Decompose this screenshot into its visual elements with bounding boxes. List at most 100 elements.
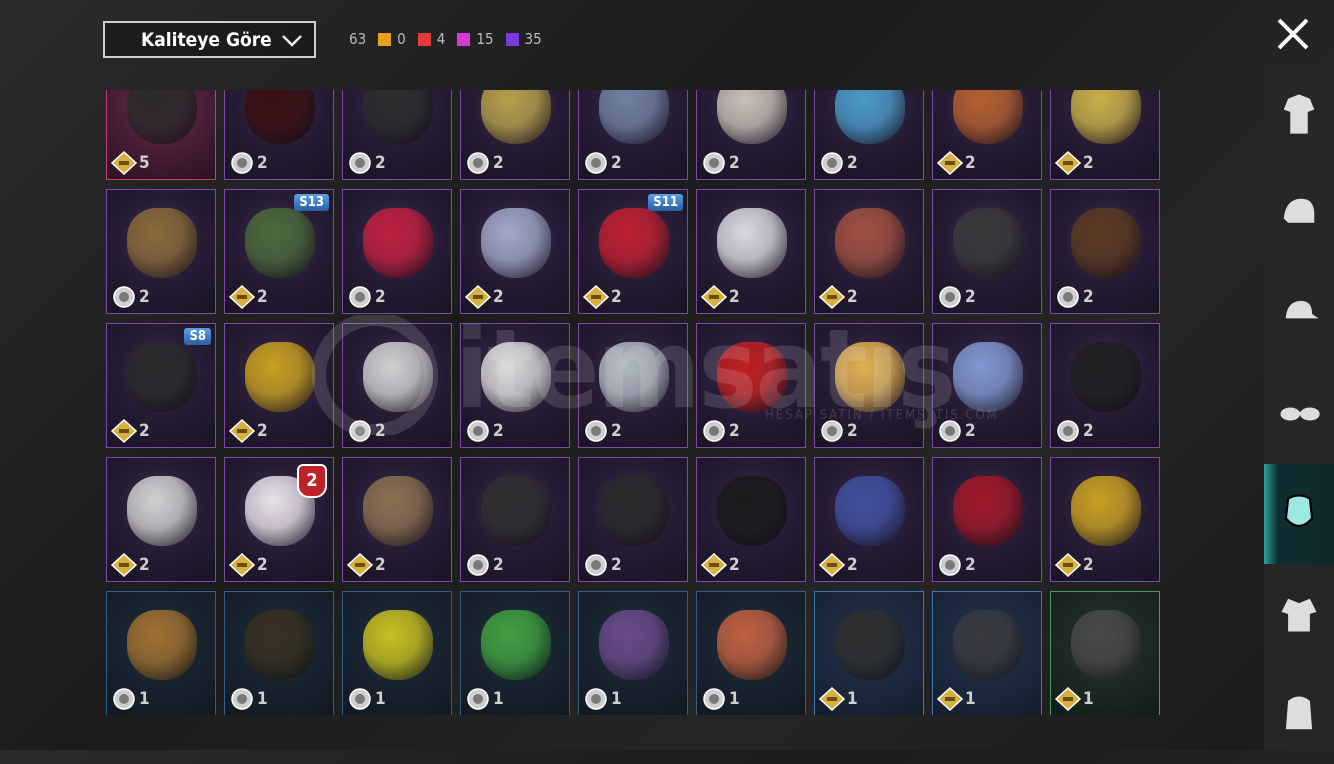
item-quantity: 2	[847, 555, 858, 575]
inventory-item-card[interactable]: 2	[1050, 323, 1160, 448]
rarity-count-value: 35	[524, 30, 542, 48]
item-image	[717, 476, 787, 546]
inventory-item-card[interactable]: 2	[932, 323, 1042, 448]
item-quantity: 1	[965, 689, 976, 709]
rarity-count: 15	[457, 30, 494, 48]
item-quantity: 2	[729, 287, 740, 307]
sidebar-category[interactable]	[1264, 464, 1334, 564]
inventory-item-card[interactable]: 5	[106, 90, 216, 180]
inventory-item-card[interactable]: 2 S11	[578, 189, 688, 314]
inventory-item-card[interactable]: 1	[1050, 591, 1160, 715]
backpack-icon	[1285, 696, 1313, 730]
item-image	[245, 342, 315, 412]
inventory-item-card[interactable]: 1	[578, 591, 688, 715]
inventory-item-card[interactable]: 2	[696, 457, 806, 582]
inventory-item-card[interactable]: 1	[224, 591, 334, 715]
close-icon[interactable]	[1273, 14, 1313, 54]
inventory-item-card[interactable]: 2 S8	[106, 323, 216, 448]
item-image	[953, 208, 1023, 278]
inventory-item-card[interactable]: 22	[224, 457, 334, 582]
inventory-item-card[interactable]: 2	[932, 189, 1042, 314]
sidebar-category[interactable]	[1264, 64, 1334, 164]
rarity-swatch	[417, 32, 431, 46]
item-image	[481, 610, 551, 680]
item-quantity: 1	[1083, 689, 1094, 709]
inventory-item-card[interactable]: 2	[224, 90, 334, 180]
item-image	[717, 610, 787, 680]
sidebar-category[interactable]	[1264, 664, 1334, 764]
item-image	[835, 476, 905, 546]
item-image	[599, 342, 669, 412]
inventory-item-card[interactable]: 2	[342, 90, 452, 180]
item-image	[481, 342, 551, 412]
inventory-item-card[interactable]: 2	[460, 189, 570, 314]
item-quantity: 2	[1083, 421, 1094, 441]
inventory-item-card[interactable]: 2	[696, 90, 806, 180]
sidebar-category[interactable]	[1264, 564, 1334, 664]
sidebar-category[interactable]	[1264, 164, 1334, 264]
inventory-item-card[interactable]: 2 S13	[224, 189, 334, 314]
inventory-item-card[interactable]: 1	[932, 591, 1042, 715]
item-image	[717, 342, 787, 412]
sidebar-category[interactable]	[1264, 364, 1334, 464]
outfit-icon	[1283, 94, 1315, 134]
item-image	[717, 90, 787, 144]
season-badge: S11	[648, 194, 683, 211]
inventory-item-card[interactable]: 2	[814, 189, 924, 314]
inventory-item-card[interactable]: 2	[460, 457, 570, 582]
inventory-item-card[interactable]: 2	[696, 189, 806, 314]
inventory-item-card[interactable]: 2	[578, 323, 688, 448]
inventory-item-card[interactable]: 2	[932, 90, 1042, 180]
item-image	[599, 90, 669, 144]
item-image	[363, 610, 433, 680]
inventory-item-card[interactable]: 2	[460, 90, 570, 180]
item-quantity: 1	[847, 689, 858, 709]
item-quantity: 2	[375, 555, 386, 575]
mask-icon	[1284, 494, 1314, 528]
inventory-item-card[interactable]: 1	[460, 591, 570, 715]
item-quantity: 2	[611, 287, 622, 307]
inventory-item-card[interactable]: 2	[342, 189, 452, 314]
inventory-item-card[interactable]: 2	[460, 323, 570, 448]
inventory-item-card[interactable]: 2	[814, 323, 924, 448]
item-quantity: 2	[257, 421, 268, 441]
item-quantity: 2	[375, 287, 386, 307]
inventory-item-card[interactable]: 2	[814, 457, 924, 582]
inventory-item-card[interactable]: 2	[578, 457, 688, 582]
chevron-down-icon	[282, 35, 302, 47]
item-quantity: 2	[139, 287, 150, 307]
item-quantity: 2	[847, 421, 858, 441]
category-sidebar	[1264, 64, 1334, 750]
item-image	[1071, 90, 1141, 144]
inventory-item-card[interactable]: 2	[1050, 457, 1160, 582]
item-quantity: 2	[375, 421, 386, 441]
top-bar: Kaliteye Göre 63 0 4 15 35	[0, 0, 1334, 82]
inventory-item-card[interactable]: 2	[1050, 90, 1160, 180]
inventory-item-card[interactable]: 2	[932, 457, 1042, 582]
item-image	[481, 90, 551, 144]
inventory-item-card[interactable]: 2	[106, 457, 216, 582]
item-quantity: 2	[139, 421, 150, 441]
inventory-item-card[interactable]: 1	[106, 591, 216, 715]
item-image	[1071, 610, 1141, 680]
inventory-item-card[interactable]: 2	[342, 323, 452, 448]
item-quantity: 5	[139, 153, 150, 173]
inventory-item-card[interactable]: 2	[1050, 189, 1160, 314]
inventory-item-card[interactable]: 1	[342, 591, 452, 715]
sidebar-category[interactable]	[1264, 264, 1334, 364]
inventory-item-card[interactable]: 2	[106, 189, 216, 314]
inventory-item-card[interactable]: 1	[696, 591, 806, 715]
inventory-item-card[interactable]: 2	[578, 90, 688, 180]
inventory-item-card[interactable]: 2	[696, 323, 806, 448]
item-image	[127, 610, 197, 680]
count-badge: 2	[297, 464, 327, 498]
inventory-item-card[interactable]: 2	[342, 457, 452, 582]
item-image	[363, 90, 433, 144]
item-image	[1071, 208, 1141, 278]
inventory-item-card[interactable]: 2	[814, 90, 924, 180]
sort-dropdown[interactable]: Kaliteye Göre	[103, 21, 316, 58]
inventory-item-card[interactable]: 2	[224, 323, 334, 448]
item-image	[127, 90, 197, 144]
item-quantity: 2	[257, 153, 268, 173]
inventory-item-card[interactable]: 1	[814, 591, 924, 715]
